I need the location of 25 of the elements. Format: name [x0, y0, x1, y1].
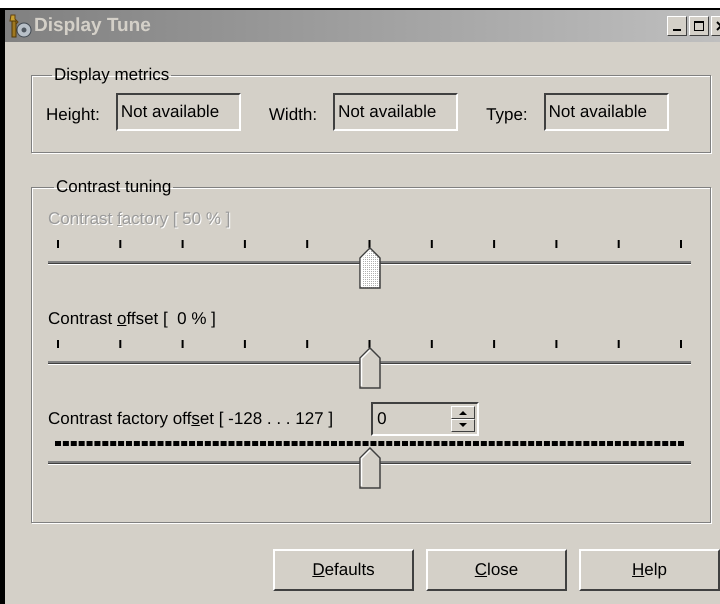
maximize-icon — [693, 20, 705, 32]
readonly-field: Not available — [544, 93, 669, 131]
field-label: Height: — [46, 105, 100, 125]
window-title: Display Tune — [34, 15, 152, 37]
spin-box[interactable]: 0 — [371, 402, 480, 436]
group-title: Contrast tuning — [55, 177, 172, 197]
spin-down-icon[interactable] — [451, 419, 476, 432]
maximize-button[interactable] — [689, 16, 709, 36]
dialog-button[interactable]: Help — [579, 549, 720, 591]
readonly-field: Not available — [116, 93, 241, 131]
minimize-icon — [673, 29, 681, 31]
field-label: Width: — [268, 105, 318, 125]
slider-thumb[interactable] — [358, 447, 380, 489]
field-label: Type: — [486, 105, 528, 125]
dialog-button[interactable]: Close — [426, 549, 567, 591]
minimize-button[interactable] — [667, 16, 687, 36]
slider-label: Contrast offset [ 0 % ] — [48, 309, 216, 329]
slider-thumb[interactable] — [358, 347, 380, 389]
group-title: Display metrics — [53, 65, 170, 85]
spin-up-icon[interactable] — [451, 406, 476, 419]
slider-label: Contrast factory [ 50 % ] — [48, 209, 230, 229]
readonly-field: Not available — [333, 93, 458, 131]
tools-icon — [8, 13, 32, 39]
slider-label: Contrast factory offset [ -128 . . . 127 ] — [48, 409, 334, 429]
dialog-button[interactable]: Defaults — [273, 549, 414, 591]
